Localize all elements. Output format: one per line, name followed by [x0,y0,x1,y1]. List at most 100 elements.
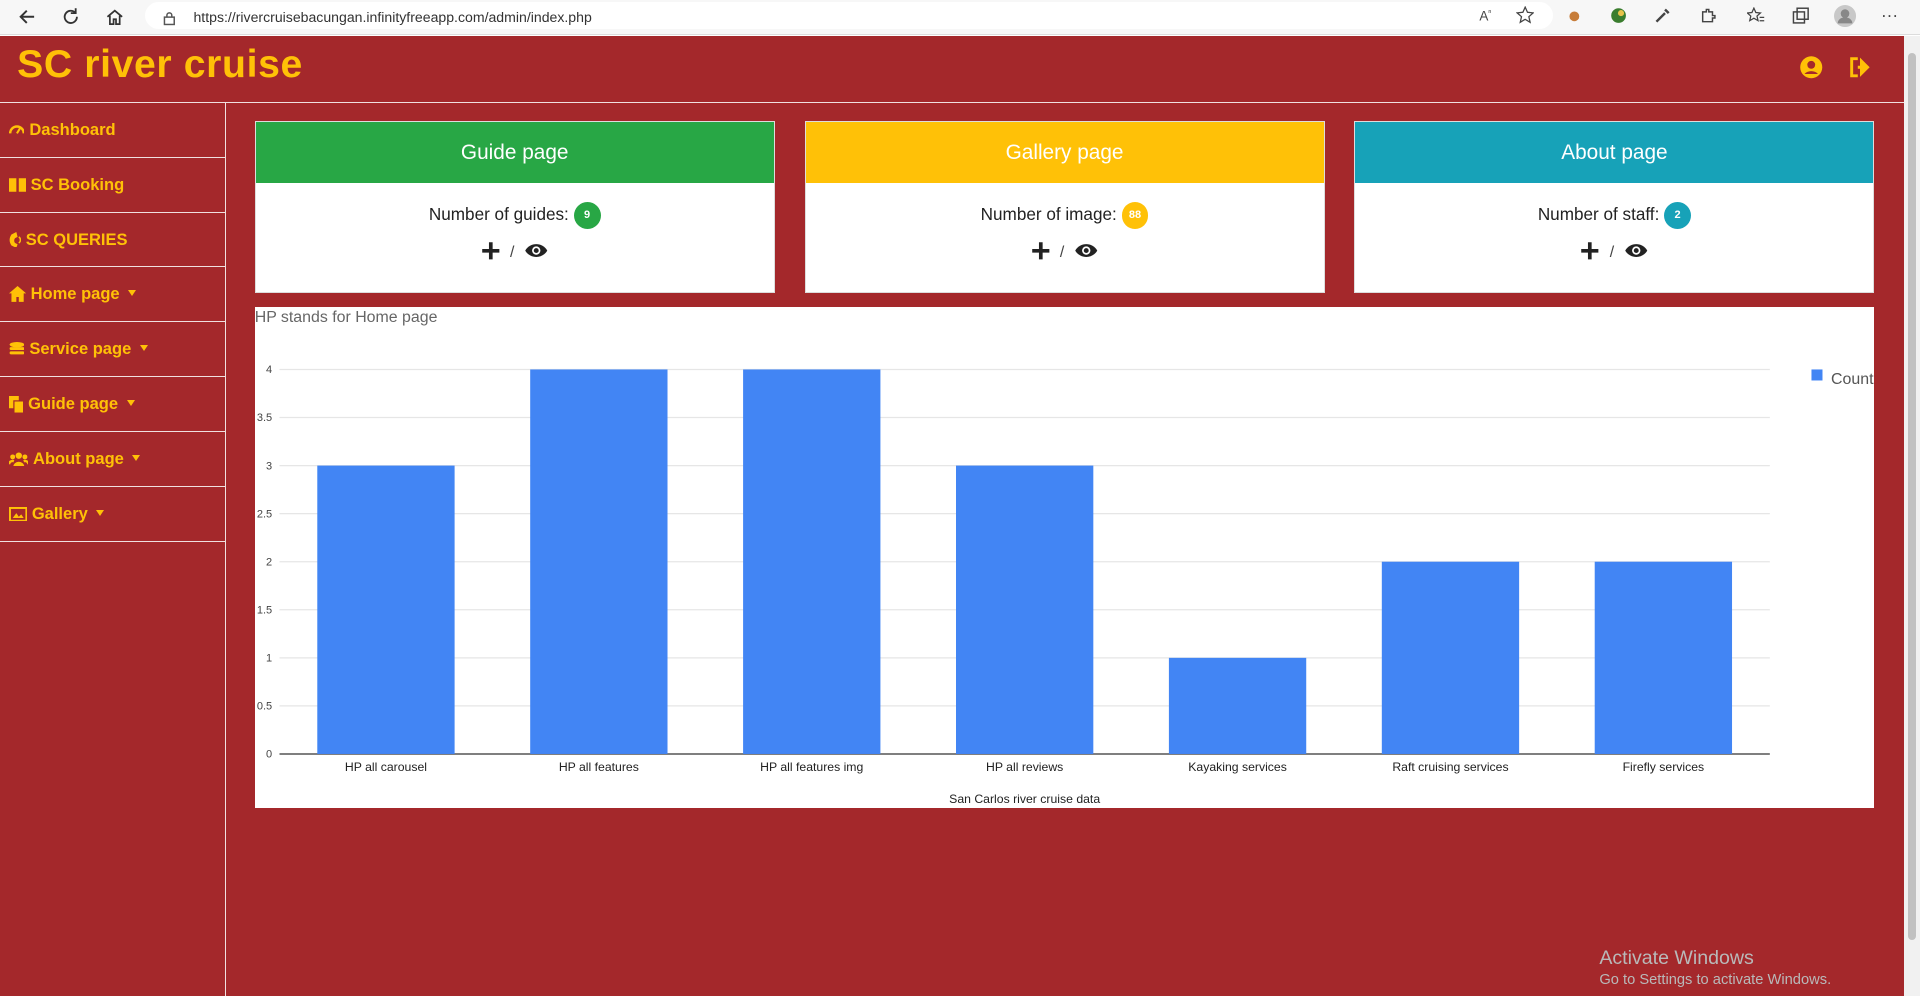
coins-icon [9,342,24,355]
reload-icon[interactable] [58,4,85,31]
guide-page-card: Guide page Number of guides: 9 / [254,121,775,294]
sidebar-item-about-page[interactable]: About page [0,432,226,487]
y-tick-label: 0.5 [257,701,272,713]
action-separator: / [1609,244,1615,262]
bar [316,465,455,755]
lock-icon [162,9,177,32]
book-icon [8,178,26,192]
count-badge: 9 [573,201,601,229]
address-bar[interactable]: https://rivercruisebacungan.infinityfree… [144,2,1553,32]
extensions-puzzle-icon[interactable] [1696,5,1718,27]
logout-icon[interactable] [1848,55,1872,79]
x-tick-label: Firefly services [1622,760,1704,774]
x-tick-label: Raft cruising services [1392,760,1508,774]
bar [742,369,881,755]
extension-cookie-icon[interactable] [1564,5,1586,27]
bar [1381,562,1519,755]
card-count-row: Number of staff: 2 [1355,201,1873,229]
about-page-card: About page Number of staff: 2 / [1354,121,1875,294]
sidebar-item-label: Gallery [31,503,88,523]
tachometer-icon [8,125,25,134]
sidebar-item-label: Home page [30,284,120,304]
extension-globe-icon[interactable] [1608,5,1630,27]
sidebar-item-gallery[interactable]: Gallery [0,487,226,542]
legend-label: Count [1831,372,1874,389]
extension-eyedropper-icon[interactable] [1652,5,1674,27]
profile-avatar-icon[interactable] [1834,4,1857,27]
scrollbar-thumb[interactable] [1907,52,1917,941]
favorite-add-icon[interactable] [1515,5,1535,30]
card-title: Guide page [255,122,774,184]
y-tick-label: 4 [266,364,272,376]
chevron-down-icon [126,399,135,406]
read-aloud-icon[interactable]: Aⁿ [1479,7,1491,23]
card-count-row: Number of image: 88 [806,201,1324,229]
chevron-down-icon [128,290,137,297]
sidebar-item-home-page[interactable]: Home page [0,267,226,323]
activate-windows-title: Activate Windows [1599,946,1754,969]
bar [1168,658,1306,755]
sidebar-item-sc-queries[interactable]: SC QUERIES [0,213,226,268]
y-tick-label: 3.5 [257,413,272,425]
y-tick-label: 1.5 [257,605,272,617]
legend-swatch [1811,369,1823,381]
user-circle-icon[interactable] [1799,55,1823,79]
sidebar-item-service-page[interactable]: Service page [0,322,226,378]
sidebar-item-label: Dashboard [29,119,116,139]
card-actions: / [1355,241,1873,266]
sidebar-item-label: SC Booking [30,174,125,194]
y-tick-label: 2.5 [257,509,272,521]
home-icon[interactable] [102,4,129,31]
users-icon [8,452,29,467]
card-count-row: Number of guides: 9 [256,201,774,229]
plus-icon[interactable] [481,241,501,266]
brand-title[interactable]: SC river cruise [17,43,303,87]
card-actions: / [256,241,774,266]
count-badge: 88 [1121,201,1149,229]
eye-icon[interactable] [1074,242,1098,264]
browser-toolbar: https://rivercruisebacungan.infinityfree… [0,0,1920,36]
action-separator: / [1059,244,1065,262]
top-navbar: SC river cruise [0,36,1905,103]
chart-title: HP stands for Home page [254,308,438,326]
chevron-down-icon [139,345,148,351]
sidebar-item-label: Guide page [28,394,119,414]
card-title: About page [1355,122,1874,184]
x-tick-label: HP all reviews [986,760,1063,774]
x-tick-label: HP all features img [760,760,863,774]
card-actions: / [806,241,1324,266]
bar [529,369,668,755]
x-tick-label: HP all features [559,760,639,774]
sidebar-item-guide-page[interactable]: Guide page [0,377,226,433]
eye-icon[interactable] [524,242,548,264]
card-title: Gallery page [805,122,1324,184]
chevron-down-icon [132,454,141,461]
count-label: Number of guides: [428,203,569,224]
x-axis-label: San Carlos river cruise data [949,792,1100,806]
count-label: Number of image: [980,203,1117,224]
sidebar: Dashboard SC Booking SC QUERIES Home pag… [0,102,227,996]
x-tick-label: HP all carousel [345,760,427,774]
collections-icon[interactable] [1789,5,1811,27]
more-menu-icon[interactable]: ··· [1879,5,1901,27]
bar-chart: 0 0.5 1 1.5 2 2.5 3 3.5 4 HP all carousel HP all f… [257,364,1874,806]
sidebar-item-dashboard[interactable]: Dashboard [0,103,226,158]
copy-icon [8,395,24,413]
phone-icon [9,231,21,248]
favorites-icon[interactable] [1745,5,1767,27]
plus-icon[interactable] [1031,241,1051,266]
page-scrollbar[interactable] [1904,35,1920,996]
images-icon [8,506,27,522]
action-separator: / [510,244,515,262]
y-tick-label: 2 [266,557,272,569]
back-icon[interactable] [13,4,40,31]
url-text: https://rivercruisebacungan.infinityfree… [193,8,592,25]
bar-chart-panel: HP stands for Home page 0 0.5 1 1.5 2 2.5 3 3.5… [254,307,1874,809]
sidebar-item-label: Service page [29,339,132,359]
plus-icon[interactable] [1580,241,1600,266]
sidebar-item-sc-booking[interactable]: SC Booking [0,158,226,213]
bar [955,465,1094,755]
y-tick-label: 0 [266,749,272,761]
admin-app: SC river cruise Dashboard SC Booking SC … [0,35,1905,996]
eye-icon[interactable] [1624,242,1648,264]
